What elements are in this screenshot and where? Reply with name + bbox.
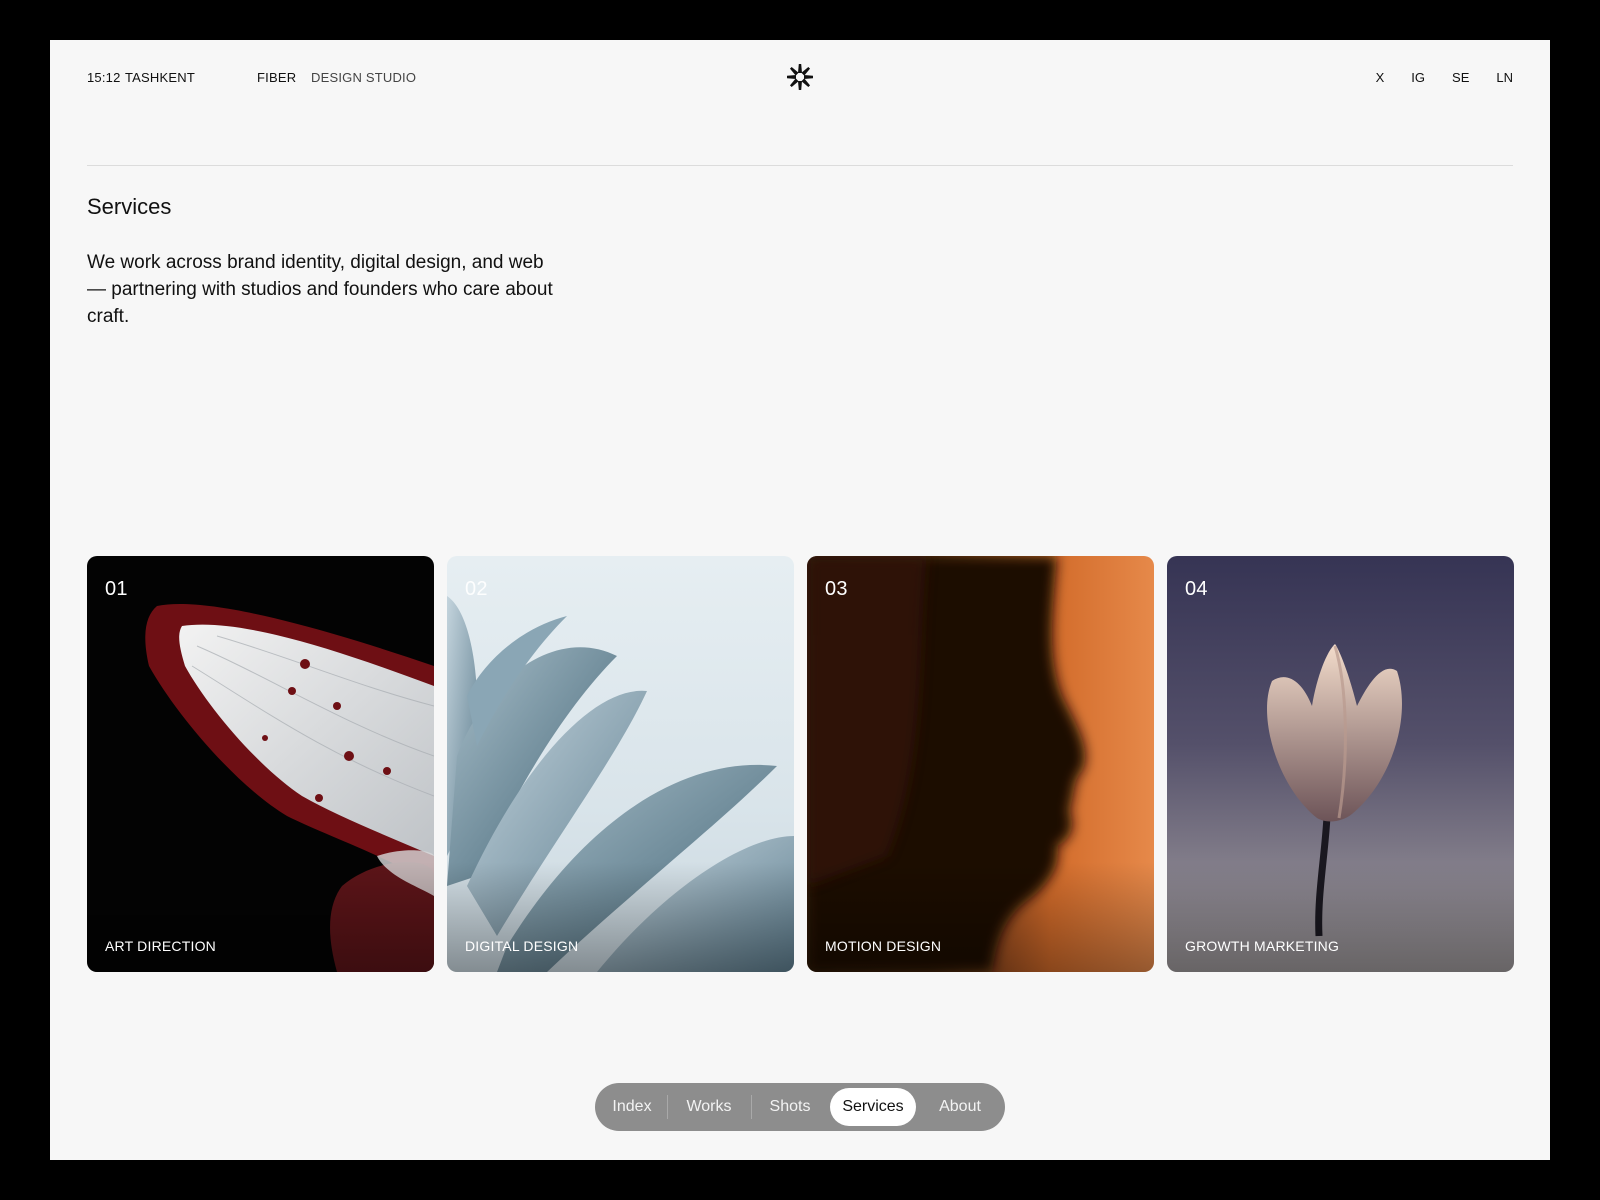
social-link-ig[interactable]: IG [1411, 70, 1425, 85]
service-card-digital-design[interactable]: 02 DIGITAL DESIGN [447, 556, 794, 972]
brand-tagline: DESIGN STUDIO [311, 70, 417, 85]
bottom-nav: Index Works Shots Services About [595, 1083, 1005, 1131]
nav-item-about[interactable]: About [921, 1088, 999, 1126]
card-shade [447, 862, 794, 972]
header: 15:12 TASHKENT FIBER DESIGN STUDIO X IG … [87, 62, 1513, 92]
clock-city: TASHKENT [125, 70, 195, 85]
card-label: ART DIRECTION [105, 938, 216, 954]
nav-separator [751, 1095, 752, 1119]
card-number: 03 [825, 578, 848, 600]
section-title: Services [87, 194, 172, 219]
card-label: GROWTH MARKETING [1185, 938, 1340, 954]
social-link-x[interactable]: X [1376, 70, 1385, 85]
nav-item-index[interactable]: Index [601, 1088, 663, 1126]
card-label: DIGITAL DESIGN [465, 938, 579, 954]
card-shade [87, 862, 434, 972]
nav-item-services[interactable]: Services [830, 1088, 916, 1126]
social-link-se[interactable]: SE [1452, 70, 1469, 85]
service-card-growth-marketing[interactable]: 04 GROWTH MARKETING [1167, 556, 1514, 972]
card-shade [807, 862, 1154, 972]
header-divider [87, 165, 1513, 166]
service-cards: 01 ART DIRECTION 02 DIGITAL DESIGN 03 MO… [87, 556, 1514, 972]
card-number: 02 [465, 578, 488, 600]
card-number: 04 [1185, 578, 1208, 600]
nav-item-shots[interactable]: Shots [755, 1088, 825, 1126]
card-number: 01 [105, 578, 128, 600]
social-link-ln[interactable]: LN [1496, 70, 1513, 85]
clock-time: 15:12 [87, 70, 121, 85]
service-card-art-direction[interactable]: 01 ART DIRECTION [87, 556, 434, 972]
nav-item-works[interactable]: Works [671, 1088, 747, 1126]
card-label: MOTION DESIGN [825, 938, 942, 954]
page: 15:12 TASHKENT FIBER DESIGN STUDIO X IG … [50, 40, 1550, 1160]
service-card-motion-design[interactable]: 03 MOTION DESIGN [807, 556, 1154, 972]
brand-name[interactable]: FIBER [257, 70, 296, 85]
services-intro: We work across brand identity, digital d… [87, 252, 553, 327]
nav-separator [667, 1095, 668, 1119]
card-shade [1167, 862, 1514, 972]
social-links: X IG SE LN [1376, 70, 1513, 85]
asterisk-logo-icon[interactable] [785, 62, 815, 92]
